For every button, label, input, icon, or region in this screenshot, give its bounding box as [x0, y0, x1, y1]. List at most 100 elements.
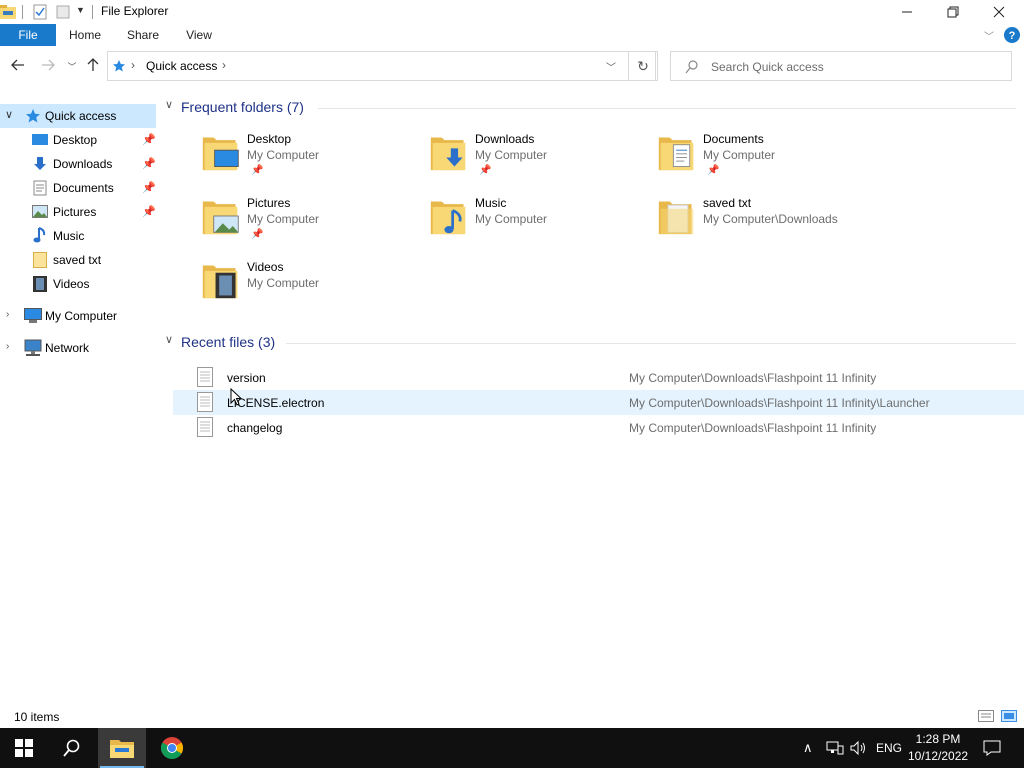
pin-icon[interactable]: 📌: [142, 157, 156, 170]
folder-tile-downloads[interactable]: Downloads My Computer 📌: [429, 132, 649, 192]
breadcrumb-chevron-icon[interactable]: ›: [222, 58, 226, 72]
minimize-icon: [902, 11, 912, 13]
recent-files-header[interactable]: Recent files (3): [181, 334, 275, 350]
back-button[interactable]: [8, 58, 28, 76]
forward-button[interactable]: [38, 58, 58, 76]
nav-network[interactable]: › Network: [0, 336, 156, 360]
nav-documents[interactable]: Documents 📌: [0, 176, 156, 200]
show-hidden-icons-icon[interactable]: ∧: [803, 740, 813, 756]
help-icon[interactable]: ?: [1004, 27, 1020, 43]
folder-tile-videos[interactable]: Videos My Computer: [201, 260, 421, 320]
taskbar-file-explorer[interactable]: [98, 728, 146, 768]
pin-icon: 📌: [479, 165, 492, 176]
collapse-group-icon[interactable]: ∨: [165, 98, 173, 111]
folder-tile-music[interactable]: Music My Computer: [429, 196, 649, 256]
videos-icon: [33, 276, 47, 292]
nav-desktop[interactable]: Desktop 📌: [0, 128, 156, 152]
chevron-expanded-icon[interactable]: ∨: [5, 108, 13, 121]
nav-music[interactable]: Music: [0, 224, 156, 248]
text-file-icon: [197, 367, 213, 387]
pin-icon[interactable]: 📌: [142, 181, 156, 194]
folder-location: My Computer: [247, 212, 320, 226]
folder-tile-documents[interactable]: Documents My Computer 📌: [657, 132, 877, 192]
frequent-folders-header[interactable]: Frequent folders (7): [181, 99, 304, 115]
nav-downloads[interactable]: Downloads 📌: [0, 152, 156, 176]
tab-share[interactable]: Share: [120, 24, 166, 46]
folder-location: My Computer: [247, 148, 320, 162]
quick-access-star-icon: [113, 60, 125, 72]
file-path: My Computer\Downloads\Flashpoint 11 Infi…: [629, 371, 877, 385]
minimize-button[interactable]: [884, 0, 930, 24]
input-language[interactable]: ENG: [876, 741, 902, 755]
title-bar: ▼ File Explorer: [0, 0, 1024, 24]
windows-logo-icon: [15, 739, 33, 757]
action-center-icon[interactable]: [983, 740, 1001, 756]
file-explorer-icon[interactable]: [0, 4, 16, 20]
folder-tile-pictures[interactable]: Pictures My Computer 📌: [201, 196, 421, 256]
back-arrow-icon: [11, 59, 24, 71]
new-folder-icon[interactable]: [56, 4, 70, 20]
music-icon: [33, 227, 46, 243]
details-view-icon[interactable]: [978, 710, 994, 722]
pictures-icon: [32, 205, 48, 218]
clock[interactable]: 1:28 PM 10/12/2022: [908, 731, 968, 765]
customize-qat-icon[interactable]: ▼: [76, 5, 85, 15]
folder-name: Music: [475, 196, 507, 210]
taskbar: ∧ ENG 1:28 PM 10/12/2022: [0, 728, 1024, 768]
collapse-group-icon[interactable]: ∨: [165, 333, 173, 346]
nav-videos[interactable]: Videos: [0, 272, 156, 296]
close-icon: [993, 6, 1005, 18]
folder-location: My Computer: [703, 148, 776, 162]
address-dropdown-icon[interactable]: ﹀: [606, 59, 616, 74]
network-status-icon[interactable]: [826, 741, 844, 755]
search-taskbar-button[interactable]: [48, 728, 96, 768]
chevron-right-icon[interactable]: ›: [6, 341, 9, 352]
file-path: My Computer\Downloads\Flashpoint 11 Infi…: [629, 421, 877, 435]
breadcrumb-quick-access[interactable]: Quick access: [146, 59, 217, 73]
tab-file[interactable]: File: [0, 24, 56, 46]
nav-pictures[interactable]: Pictures 📌: [0, 200, 156, 224]
expand-ribbon-icon[interactable]: ﹀: [984, 28, 994, 43]
mouse-cursor-icon: [230, 388, 242, 406]
recent-file-row[interactable]: version My Computer\Downloads\Flashpoint…: [173, 365, 1024, 390]
start-button[interactable]: [0, 728, 48, 768]
nav-quick-access[interactable]: ∨ Quick access: [0, 104, 156, 128]
folder-name: Desktop: [247, 132, 292, 146]
downloads-icon: [34, 157, 46, 170]
volume-icon[interactable]: [850, 740, 868, 756]
taskbar-chrome[interactable]: [148, 728, 196, 768]
breadcrumb-separator-icon: ›: [131, 58, 135, 72]
folder-tile-desktop[interactable]: Desktop My Computer 📌: [201, 132, 421, 192]
refresh-icon: ↻: [637, 58, 649, 74]
recent-file-row[interactable]: LICENSE.electron My Computer\Downloads\F…: [173, 390, 1024, 415]
clock-date: 10/12/2022: [908, 749, 969, 763]
large-icons-view-icon[interactable]: [1001, 710, 1017, 722]
nav-my-computer[interactable]: › My Computer: [0, 304, 156, 328]
nav-label: My Computer: [45, 309, 118, 323]
properties-icon[interactable]: [33, 4, 47, 20]
tab-home[interactable]: Home: [62, 24, 108, 46]
recent-locations-button[interactable]: ﹀: [62, 58, 82, 76]
address-bar[interactable]: › Quick access › ﹀: [107, 51, 656, 81]
status-bar: 10 items: [0, 706, 1024, 728]
nav-label: Documents: [53, 181, 114, 195]
navigation-pane: ∨ Quick access Desktop 📌 Downloads 📌 Doc…: [0, 100, 156, 706]
nav-saved-txt[interactable]: saved txt: [0, 248, 156, 272]
pin-icon[interactable]: 📌: [142, 205, 156, 218]
up-button[interactable]: [83, 58, 103, 76]
close-button[interactable]: [976, 0, 1022, 24]
item-count: 10 items: [14, 710, 60, 724]
pin-icon[interactable]: 📌: [142, 133, 156, 146]
nav-label: Downloads: [53, 157, 113, 171]
tab-view[interactable]: View: [176, 24, 222, 46]
videos-folder-icon: [202, 265, 238, 299]
refresh-button[interactable]: ↻: [628, 51, 658, 81]
chrome-icon: [161, 737, 183, 759]
search-box[interactable]: Search Quick access: [670, 51, 1012, 81]
folder-name: Downloads: [475, 132, 535, 146]
recent-file-row[interactable]: changelog My Computer\Downloads\Flashpoi…: [173, 415, 1024, 440]
chevron-right-icon[interactable]: ›: [6, 309, 9, 320]
maximize-button[interactable]: [930, 0, 976, 24]
folder-tile-saved-txt[interactable]: saved txt My Computer\Downloads: [657, 196, 877, 256]
pin-icon: 📌: [251, 165, 264, 176]
